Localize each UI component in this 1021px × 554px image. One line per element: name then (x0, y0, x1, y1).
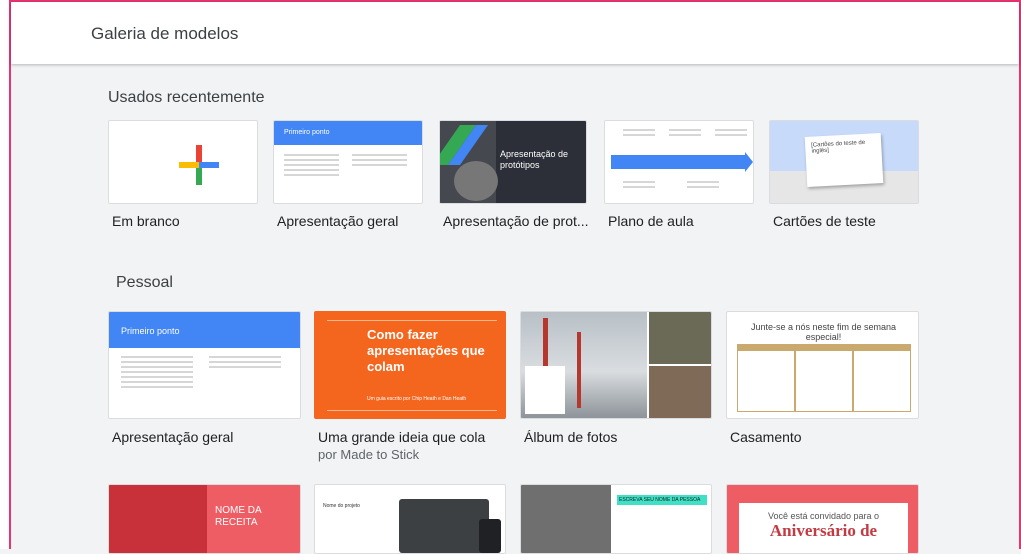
template-birthday[interactable]: Você está convidado para o Aniversário d… (726, 484, 919, 554)
template-overview-personal[interactable]: Primeiro ponto (108, 311, 301, 419)
thumb-heading: Como fazer apresentações que colam (367, 327, 485, 374)
header-bar: Galeria de modelos (11, 2, 1019, 64)
template-made-to-stick-label[interactable]: Uma grande ideia que cola (318, 429, 485, 445)
template-portfolio[interactable]: ESCREVA SEU NOME DA PESSOA (520, 484, 712, 554)
template-blank[interactable] (108, 120, 258, 204)
thumb-heading: Apresentação de protótipos (500, 149, 569, 170)
template-overview-label[interactable]: Apresentação geral (277, 213, 398, 229)
template-blank-label[interactable]: Em branco (112, 213, 180, 229)
template-made-to-stick-author: por Made to Stick (318, 447, 420, 462)
plus-icon (179, 145, 219, 185)
thumb-heading: Primeiro ponto (121, 326, 180, 336)
template-prototype-label[interactable]: Apresentação de prot... (443, 213, 589, 229)
thumb-heading: Nome do projeto (323, 503, 360, 509)
template-overview-personal-label[interactable]: Apresentação geral (112, 429, 233, 445)
template-lesson-plan[interactable] (604, 120, 754, 204)
template-photo-album-label[interactable]: Álbum de fotos (524, 429, 617, 445)
template-quiz-cards-label[interactable]: Cartões de teste (773, 213, 876, 229)
thumb-heading: ESCREVA SEU NOME DA PESSOA (617, 495, 707, 505)
template-made-to-stick[interactable]: Como fazer apresentações que colam Um gu… (314, 311, 506, 419)
thumb-heading: Você está convidado para o (767, 511, 880, 521)
template-recipe[interactable]: NOME DA RECEITA (108, 484, 301, 554)
page-title: Galeria de modelos (91, 24, 239, 43)
thumb-big-text: Aniversário de (769, 521, 878, 540)
template-wedding-label[interactable]: Casamento (730, 429, 802, 445)
template-overview[interactable]: Primeiro ponto (273, 120, 423, 204)
thumb-heading: [Cartões do teste de inglês] (811, 139, 866, 155)
template-prototype[interactable]: Apresentação de protótipos (439, 120, 587, 204)
section-title-recent: Usados recentemente (108, 89, 265, 106)
template-lesson-plan-label[interactable]: Plano de aula (608, 213, 694, 229)
template-photo-album[interactable] (520, 311, 712, 419)
thumb-heading: NOME DA RECEITA (215, 505, 262, 528)
template-quiz-cards[interactable]: [Cartões do teste de inglês] (769, 120, 919, 204)
template-project[interactable]: Nome do projeto (314, 484, 506, 554)
thumb-heading: Junte-se a nós neste fim de semana espec… (750, 322, 897, 342)
section-title-personal: Pessoal (116, 274, 173, 291)
thumb-heading: Primeiro ponto (284, 129, 330, 136)
template-wedding[interactable]: Junte-se a nós neste fim de semana espec… (726, 311, 919, 419)
thumb-subheading: Um guia escrito por Chip Heath e Dan Hea… (367, 396, 467, 402)
